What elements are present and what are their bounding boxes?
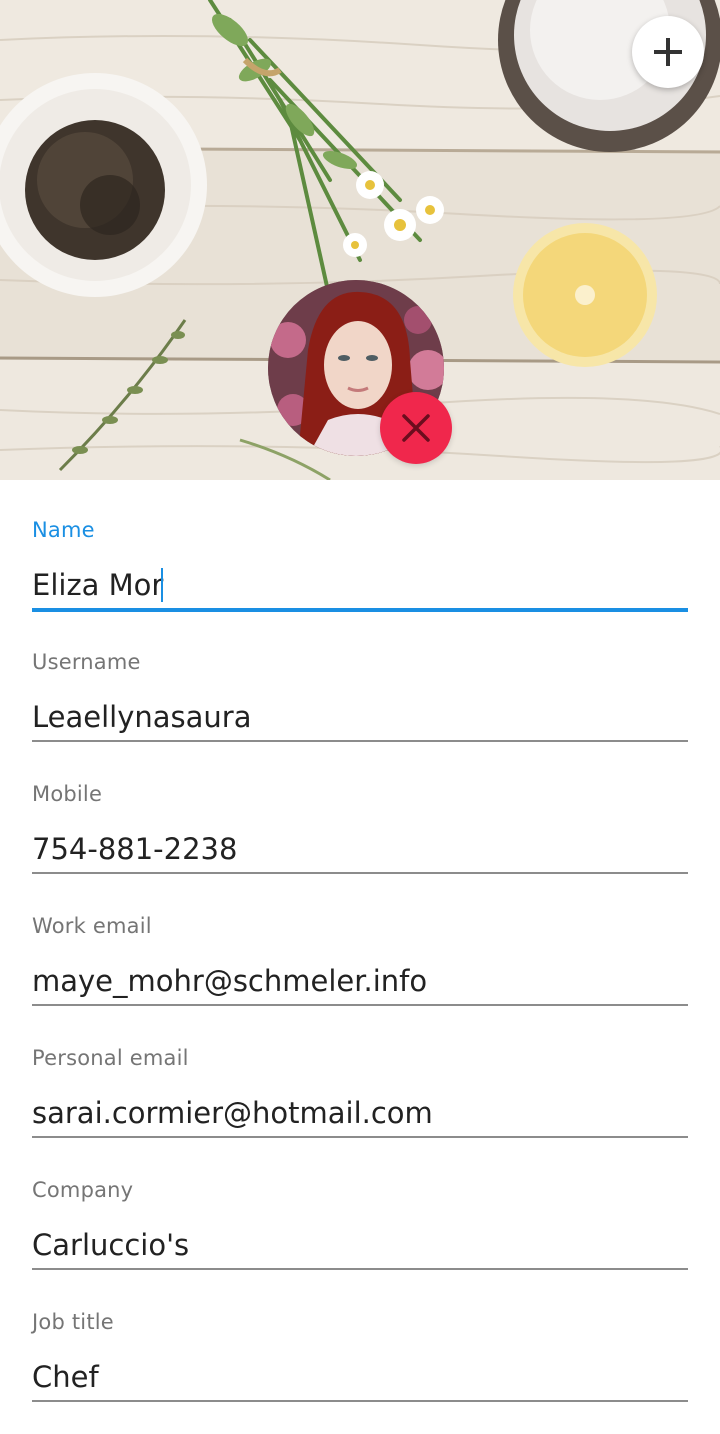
username-input[interactable]	[32, 694, 688, 742]
work-email-label: Work email	[32, 914, 152, 938]
work-email-field: Work email	[32, 876, 688, 1008]
personal-email-field: Personal email	[32, 1008, 688, 1140]
company-input[interactable]	[32, 1222, 688, 1270]
add-button[interactable]	[632, 16, 704, 88]
job-title-label: Job title	[32, 1310, 114, 1334]
name-input[interactable]	[32, 562, 688, 612]
personal-email-input[interactable]	[32, 1090, 688, 1138]
close-icon	[402, 414, 430, 442]
company-field: Company	[32, 1140, 688, 1272]
job-title-input[interactable]	[32, 1354, 688, 1402]
mobile-field: Mobile	[32, 744, 688, 876]
work-email-input[interactable]	[32, 958, 688, 1006]
remove-photo-button[interactable]	[380, 392, 452, 464]
mobile-label: Mobile	[32, 782, 103, 806]
plus-icon	[654, 38, 682, 66]
company-label: Company	[32, 1178, 134, 1202]
contact-form: Name Username Mobile Work email Personal…	[32, 480, 688, 1404]
personal-email-label: Personal email	[32, 1046, 189, 1070]
name-label: Name	[32, 518, 95, 542]
mobile-input[interactable]	[32, 826, 688, 874]
name-field: Name	[32, 480, 688, 612]
username-field: Username	[32, 612, 688, 744]
header-photo	[0, 0, 720, 480]
job-title-field: Job title	[32, 1272, 688, 1404]
username-label: Username	[32, 650, 141, 674]
text-caret	[161, 568, 163, 602]
